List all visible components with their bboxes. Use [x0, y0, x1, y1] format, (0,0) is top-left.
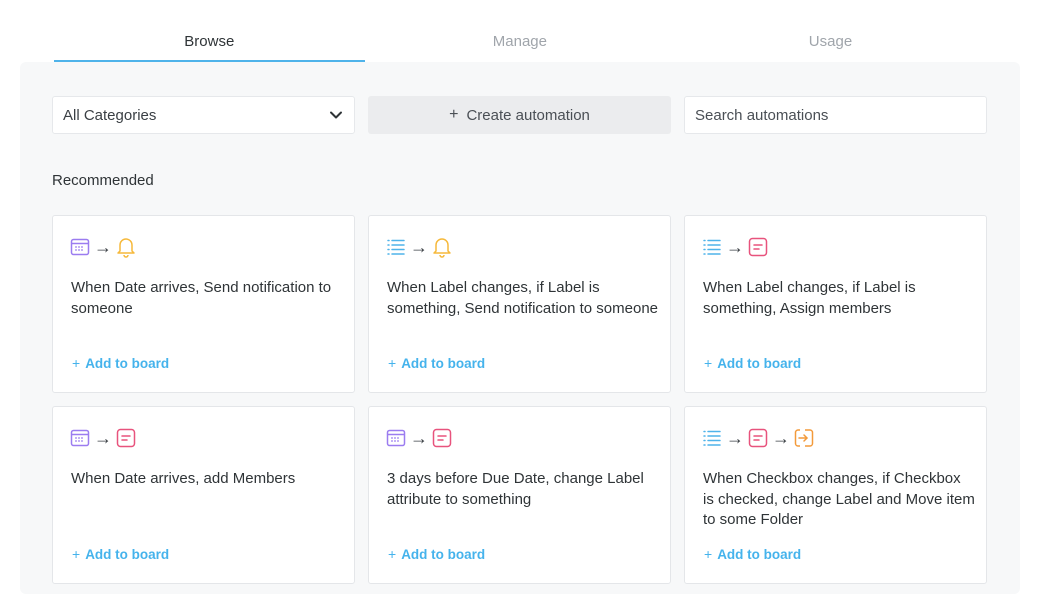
card-description: When Checkbox changes, if Checkbox is ch…	[703, 470, 975, 528]
automation-card[interactable]: → When Label changes, if Label is someth…	[684, 215, 987, 393]
section-title: Recommended	[52, 172, 154, 189]
card-icons: →	[386, 427, 452, 449]
arrow-icon: →	[726, 428, 744, 448]
category-select-value: All Categories	[63, 106, 157, 124]
form-icon	[748, 237, 768, 257]
arrow-icon: →	[772, 428, 790, 448]
add-to-board-label: Add to board	[401, 356, 486, 371]
card-description: When Date arrives, add Members	[71, 470, 296, 487]
form-icon	[748, 428, 768, 448]
list-icon	[703, 430, 721, 446]
add-to-board-link[interactable]: + Add to board	[72, 355, 169, 371]
add-to-board-label: Add to board	[401, 547, 486, 562]
chevron-down-icon	[330, 111, 342, 119]
add-to-board-label: Add to board	[717, 547, 802, 562]
arrow-icon: →	[726, 237, 744, 257]
arrow-icon: →	[410, 428, 428, 448]
tab-browse[interactable]: Browse	[54, 22, 365, 62]
add-to-board-label: Add to board	[85, 356, 170, 371]
list-icon	[387, 239, 405, 255]
tab-manage[interactable]: Manage	[365, 22, 676, 62]
bell-icon	[117, 238, 135, 258]
search-input[interactable]	[684, 96, 987, 134]
bell-icon	[433, 238, 451, 258]
card-icons: →	[70, 236, 136, 258]
add-to-board-label: Add to board	[85, 547, 170, 562]
calendar-icon	[70, 429, 90, 447]
automation-card[interactable]: → 3 days before Due Date, change Label a…	[368, 406, 671, 584]
card-description: 3 days before Due Date, change Label att…	[387, 470, 644, 508]
automation-card[interactable]: → When Date arrives, add Members + Add to…	[52, 406, 355, 584]
toolbar: All Categories + Create automation	[52, 96, 987, 134]
add-to-board-link[interactable]: + Add to board	[72, 546, 169, 562]
card-description: When Date arrives, Send notification to …	[71, 279, 332, 317]
calendar-icon	[386, 429, 406, 447]
automation-grid: → When Date arrives, Send notification t…	[52, 215, 987, 585]
card-description: When Label changes, if Label is somethin…	[703, 279, 916, 317]
tab-usage[interactable]: Usage	[675, 22, 986, 62]
arrow-icon: →	[94, 237, 112, 257]
card-description: When Label changes, if Label is somethin…	[387, 279, 659, 317]
add-to-board-label: Add to board	[717, 356, 802, 371]
add-to-board-link[interactable]: + Add to board	[704, 546, 801, 562]
list-icon	[703, 239, 721, 255]
plus-icon: +	[449, 106, 459, 123]
automation-card[interactable]: → When Label changes, if Label is someth…	[368, 215, 671, 393]
create-automation-button[interactable]: + Create automation	[368, 96, 671, 134]
tab-bar: Browse Manage Usage	[54, 22, 986, 62]
form-icon	[116, 428, 136, 448]
form-icon	[432, 428, 452, 448]
automation-card[interactable]: → When Date arrives, Send notification t…	[52, 215, 355, 393]
move-icon	[794, 429, 814, 447]
add-to-board-link[interactable]: + Add to board	[388, 546, 485, 562]
card-icons: →	[70, 427, 136, 449]
card-icons: → →	[702, 427, 814, 449]
card-icons: →	[702, 236, 768, 258]
add-to-board-link[interactable]: + Add to board	[704, 355, 801, 371]
arrow-icon: →	[410, 237, 428, 257]
create-automation-label: Create automation	[466, 106, 590, 124]
automation-card[interactable]: → → When Checkbox changes, if Checkbox i…	[684, 406, 987, 584]
calendar-icon	[70, 238, 90, 256]
arrow-icon: →	[94, 428, 112, 448]
card-icons: →	[386, 236, 452, 258]
category-select[interactable]: All Categories	[52, 96, 355, 134]
add-to-board-link[interactable]: + Add to board	[388, 355, 485, 371]
